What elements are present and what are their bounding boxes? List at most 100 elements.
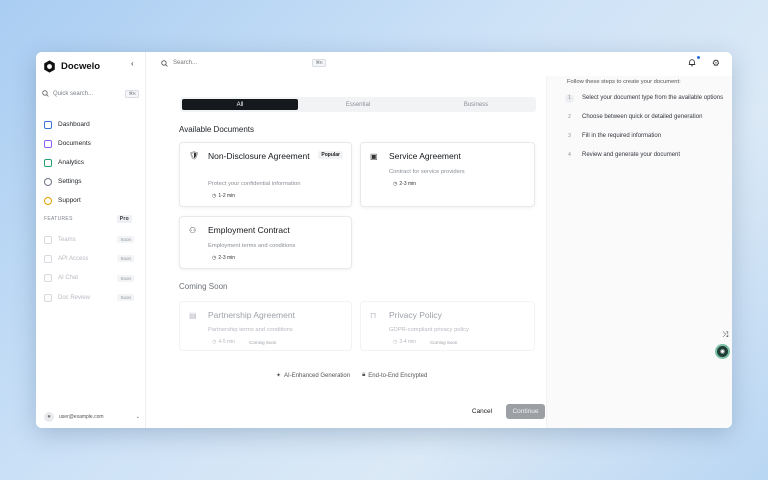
guide-panel: Follow these steps to create your docume… — [546, 76, 732, 428]
features-heading-label: FEATURES — [44, 216, 73, 222]
clock-icon: ◷ — [393, 339, 398, 345]
clock-icon: ◷ — [212, 339, 217, 345]
feature-label: AI Chat — [58, 275, 79, 282]
feature-label: End-to-End Encrypted — [368, 372, 428, 379]
feature-item-api-access: API Access Soon — [44, 249, 134, 268]
sidebar-item-label: Dashboard — [58, 121, 90, 128]
sidebar-item-documents[interactable]: Documents — [44, 134, 140, 153]
briefcase-icon: ▣ — [370, 152, 378, 161]
chevron-down-icon: ⌄ — [135, 414, 140, 420]
api-icon — [44, 254, 52, 263]
feature-label: Teams — [58, 236, 76, 243]
sidebar-item-settings[interactable]: Settings — [44, 172, 140, 191]
card-description: Partnership terms and conditions — [208, 327, 293, 333]
sidebar-item-dashboard[interactable]: Dashboard — [44, 115, 140, 134]
card-duration: ◷ 3-4 min Coming Soon — [393, 339, 457, 345]
assistant-owl-icon[interactable]: ◉ — [715, 344, 730, 359]
document-card-partnership-agreement: ▤ Partnership Agreement Partnership term… — [179, 301, 352, 351]
guide-step: 4 Review and generate your document — [565, 151, 725, 160]
soon-badge: Soon — [117, 236, 134, 244]
sidebar-item-analytics[interactable]: Analytics — [44, 153, 140, 172]
analytics-icon — [44, 158, 52, 167]
brand[interactable]: Docwelo — [43, 58, 100, 74]
card-title: Partnership Agreement — [208, 310, 295, 320]
sidebar-item-label: Support — [58, 197, 81, 204]
guide-steps: 1 Select your document type from the ava… — [565, 94, 725, 170]
card-title: Privacy Policy — [389, 310, 442, 320]
card-duration: ◷ 2-3 min — [212, 255, 235, 261]
document-card-privacy-policy: ⊓ Privacy Policy GDPR-compliant privacy … — [360, 301, 535, 351]
card-description: Employment terms and conditions — [208, 243, 296, 249]
step-number: 3 — [568, 132, 571, 139]
guide-step: 3 Fill in the required information — [565, 132, 725, 141]
app-name: Docwelo — [61, 60, 101, 72]
account-menu[interactable]: ● user@example.com ⌄ — [44, 412, 140, 422]
continue-button[interactable]: Continue — [506, 404, 545, 419]
coming-soon-badge: Coming Soon — [249, 339, 277, 345]
search-icon — [161, 59, 168, 67]
features-heading: FEATURES Pro — [44, 215, 132, 223]
clock-icon: ◷ — [212, 193, 217, 199]
handshake-icon: ▤ — [189, 311, 197, 320]
duration-label: 4-5 min — [218, 339, 236, 345]
step-number: 2 — [568, 113, 571, 120]
coming-soon-heading: Coming Soon — [179, 282, 228, 291]
cancel-button[interactable]: Cancel — [467, 404, 497, 418]
shortcut-badge: ⌘K — [125, 89, 139, 98]
search-icon — [42, 90, 49, 97]
chat-icon — [44, 274, 52, 283]
sidebar-item-support[interactable]: Support — [44, 191, 140, 210]
shuffle-icon[interactable]: ⤨ — [722, 330, 728, 340]
ai-generation-feature: ✦ AI-Enhanced Generation — [276, 372, 351, 380]
encryption-feature: 🔒︎ End-to-End Encrypted — [362, 372, 427, 379]
document-card-employment-contract[interactable]: ⚇ Employment Contract Employment terms a… — [179, 216, 352, 269]
duration-label: 2-3 min — [218, 255, 236, 261]
card-duration: ◷ 4-5 min Coming Soon — [212, 339, 276, 345]
card-description: GDPR-compliant privacy policy — [389, 327, 469, 333]
tab-business[interactable]: Business — [418, 99, 534, 110]
settings-icon — [44, 177, 52, 186]
clock-icon: ◷ — [212, 255, 217, 261]
guide-step: 2 Choose between quick or detailed gener… — [565, 113, 725, 122]
bell-icon — [688, 59, 696, 67]
card-duration: ◷ 2-3 min — [393, 181, 416, 187]
quick-search-placeholder: Quick search... — [53, 90, 94, 97]
soon-badge: Soon — [117, 274, 134, 282]
logo-icon — [44, 59, 55, 73]
account-email: user@example.com — [59, 414, 104, 420]
duration-label: 3-4 min — [399, 339, 417, 345]
step-number: 4 — [568, 151, 571, 158]
feature-item-ai-chat: AI Chat Soon — [44, 269, 134, 288]
collapse-sidebar-icon[interactable]: ‹ — [131, 59, 134, 68]
duration-label: 1-2 min — [218, 193, 236, 199]
document-card-service-agreement[interactable]: ▣ Service Agreement Contract for service… — [360, 142, 535, 207]
popular-badge: Popular — [318, 151, 343, 159]
step-text: Choose between quick or detailed generat… — [582, 114, 703, 120]
card-description: Contract for service providers — [389, 169, 465, 175]
sidebar-item-label: Settings — [58, 178, 82, 185]
notifications-bell-icon[interactable] — [688, 56, 700, 68]
sidebar-item-label: Documents — [58, 140, 91, 147]
card-duration: ◷ 1-2 min — [212, 193, 235, 199]
gear-icon[interactable]: ⚙ — [712, 58, 720, 69]
document-category-tabs: All Essential Business — [180, 97, 536, 112]
features-list: Teams Soon API Access Soon AI Chat Soon … — [44, 230, 134, 307]
search-placeholder: Search... — [173, 60, 198, 66]
feature-label: AI-Enhanced Generation — [284, 372, 351, 379]
notification-dot — [697, 56, 700, 59]
feature-item-doc-review: Doc Review Soon — [44, 288, 134, 307]
shield-icon: 🛡︎ — [189, 151, 200, 160]
tab-essential[interactable]: Essential — [300, 99, 416, 110]
search-input[interactable]: Search... ⌘K — [161, 59, 326, 67]
lock-icon: 🔒︎ — [362, 372, 366, 378]
tab-all[interactable]: All — [182, 99, 298, 110]
step-number: 1 — [565, 94, 574, 103]
document-card-nda[interactable]: 🛡︎ Non-Disclosure Agreement Protect your… — [179, 142, 352, 207]
soon-badge: Soon — [117, 294, 134, 302]
lock-icon: ⊓ — [370, 311, 377, 320]
feature-label: Doc Review — [58, 294, 91, 301]
quick-search[interactable]: Quick search... ⌘K — [42, 87, 139, 100]
feature-item-teams: Teams Soon — [44, 230, 134, 249]
sparkle-icon: ✦ — [276, 373, 282, 379]
duration-label: 2-3 min — [399, 181, 417, 187]
